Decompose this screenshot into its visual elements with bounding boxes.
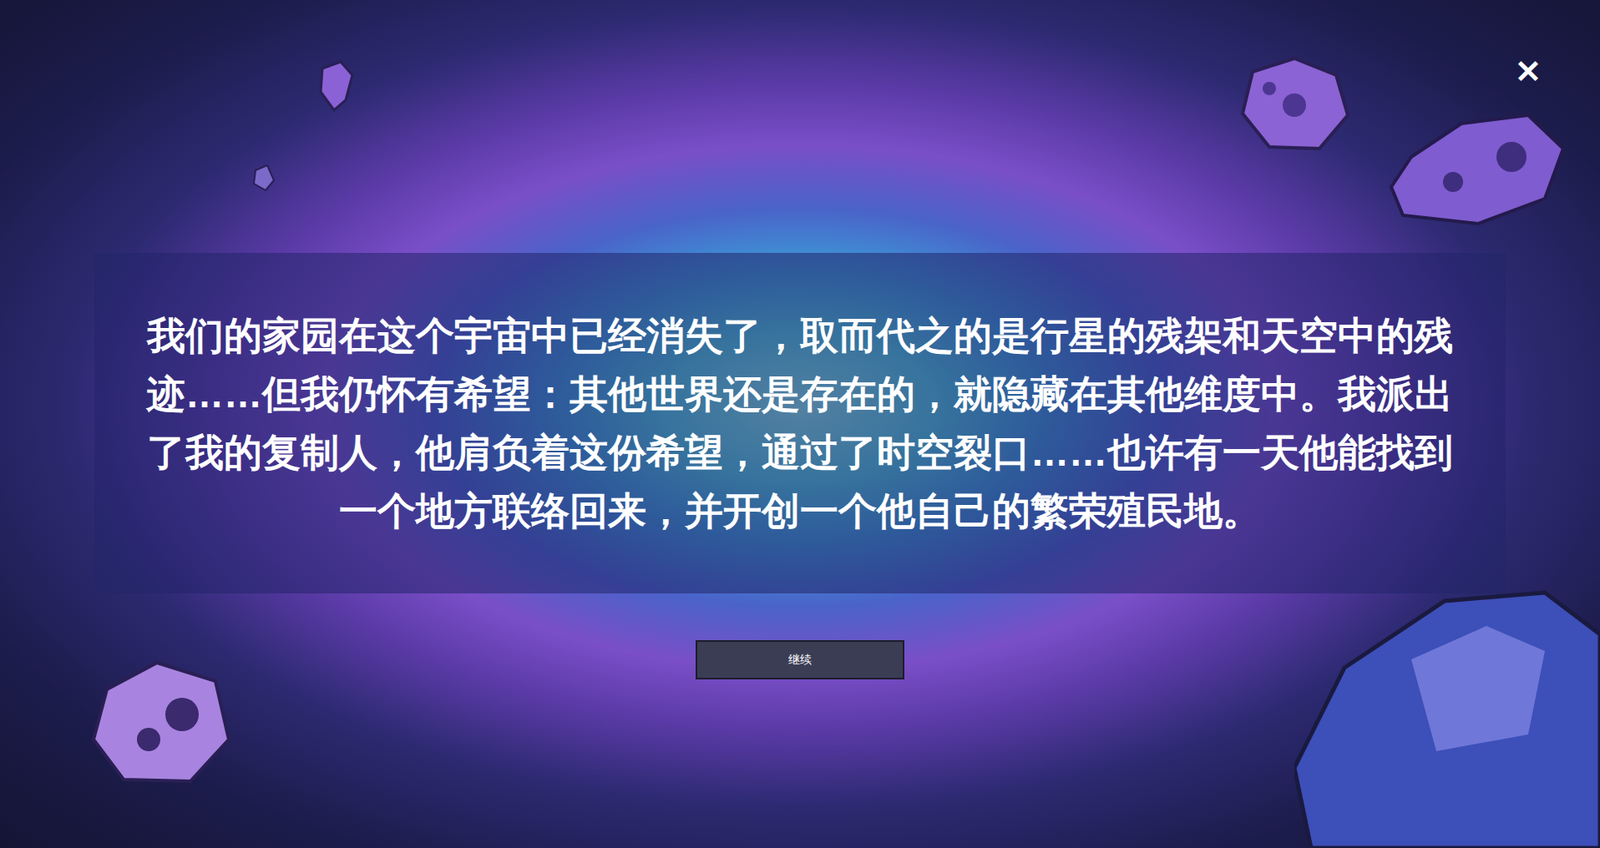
- asteroid-icon: [1235, 55, 1353, 156]
- close-icon[interactable]: ✕: [1514, 55, 1542, 88]
- story-text: 我们的家园在这个宇宙中已经消失了，取而代之的是行星的残架和天空中的残迹……但我仍…: [136, 306, 1464, 541]
- asteroid-icon: [1386, 106, 1570, 233]
- asteroid-icon: [90, 656, 233, 790]
- asteroid-icon: [1294, 584, 1600, 848]
- continue-label[interactable]: 继续: [788, 651, 812, 669]
- close-button[interactable]: ✕: [1511, 55, 1545, 89]
- dialog: 我们的家园在这个宇宙中已经消失了，取而代之的是行星的残架和天空中的残迹……但我仍…: [0, 0, 1600, 680]
- asteroid-icon: [250, 163, 276, 193]
- continue-button[interactable]: 继续: [695, 640, 905, 680]
- story-band: 我们的家园在这个宇宙中已经消失了，取而代之的是行星的残架和天空中的残迹……但我仍…: [94, 253, 1506, 594]
- intro-screen: ✕ 我们的家园在这个宇宙中已经消失了，取而代之的是行星的残架和天空中的残迹……但…: [0, 0, 1600, 848]
- asteroid-icon: [315, 60, 358, 112]
